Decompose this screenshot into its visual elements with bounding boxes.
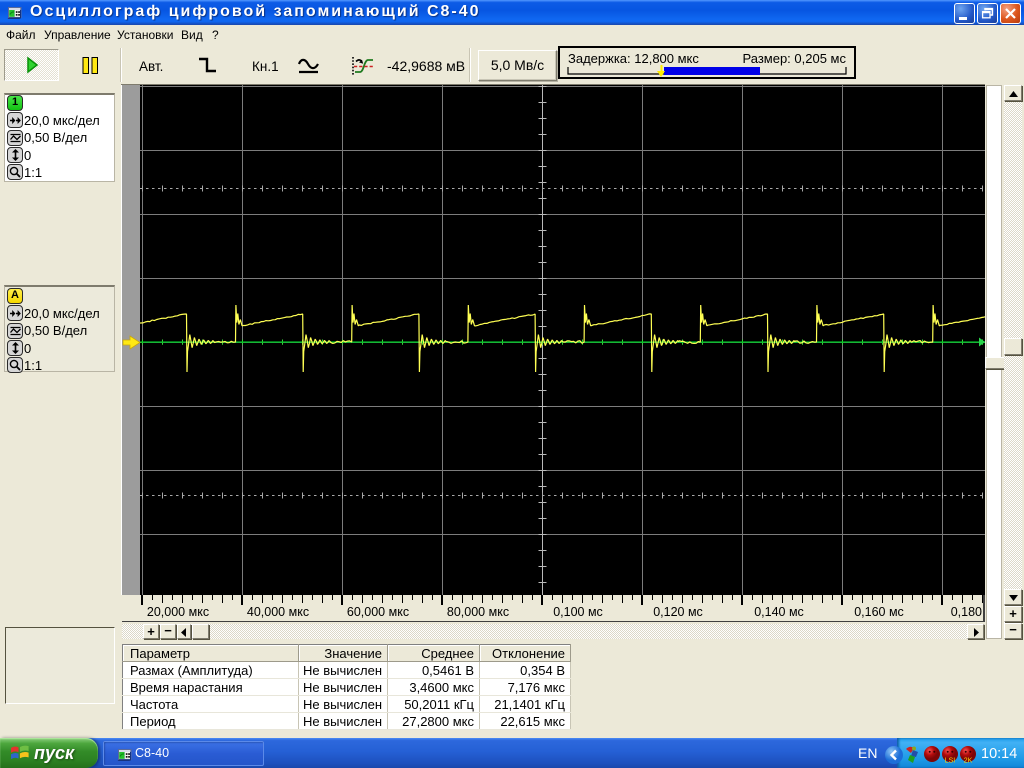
- svg-text:40,000 мкс: 40,000 мкс: [247, 605, 309, 619]
- svg-text:0,100 мс: 0,100 мс: [553, 605, 603, 619]
- svg-text:0,160 мс: 0,160 мс: [854, 605, 904, 619]
- svg-text:0,180: 0,180: [951, 605, 982, 619]
- svg-text:2K: 2K: [964, 758, 973, 765]
- svg-text:LSI: LSI: [945, 758, 956, 765]
- svg-text:20,000 мкс: 20,000 мкс: [147, 605, 209, 619]
- svg-text:60,000 мкс: 60,000 мкс: [347, 605, 409, 619]
- svg-text:80,000 мкс: 80,000 мкс: [447, 605, 509, 619]
- svg-text:0,140 мс: 0,140 мс: [754, 605, 804, 619]
- svg-text:0,120 мс: 0,120 мс: [653, 605, 703, 619]
